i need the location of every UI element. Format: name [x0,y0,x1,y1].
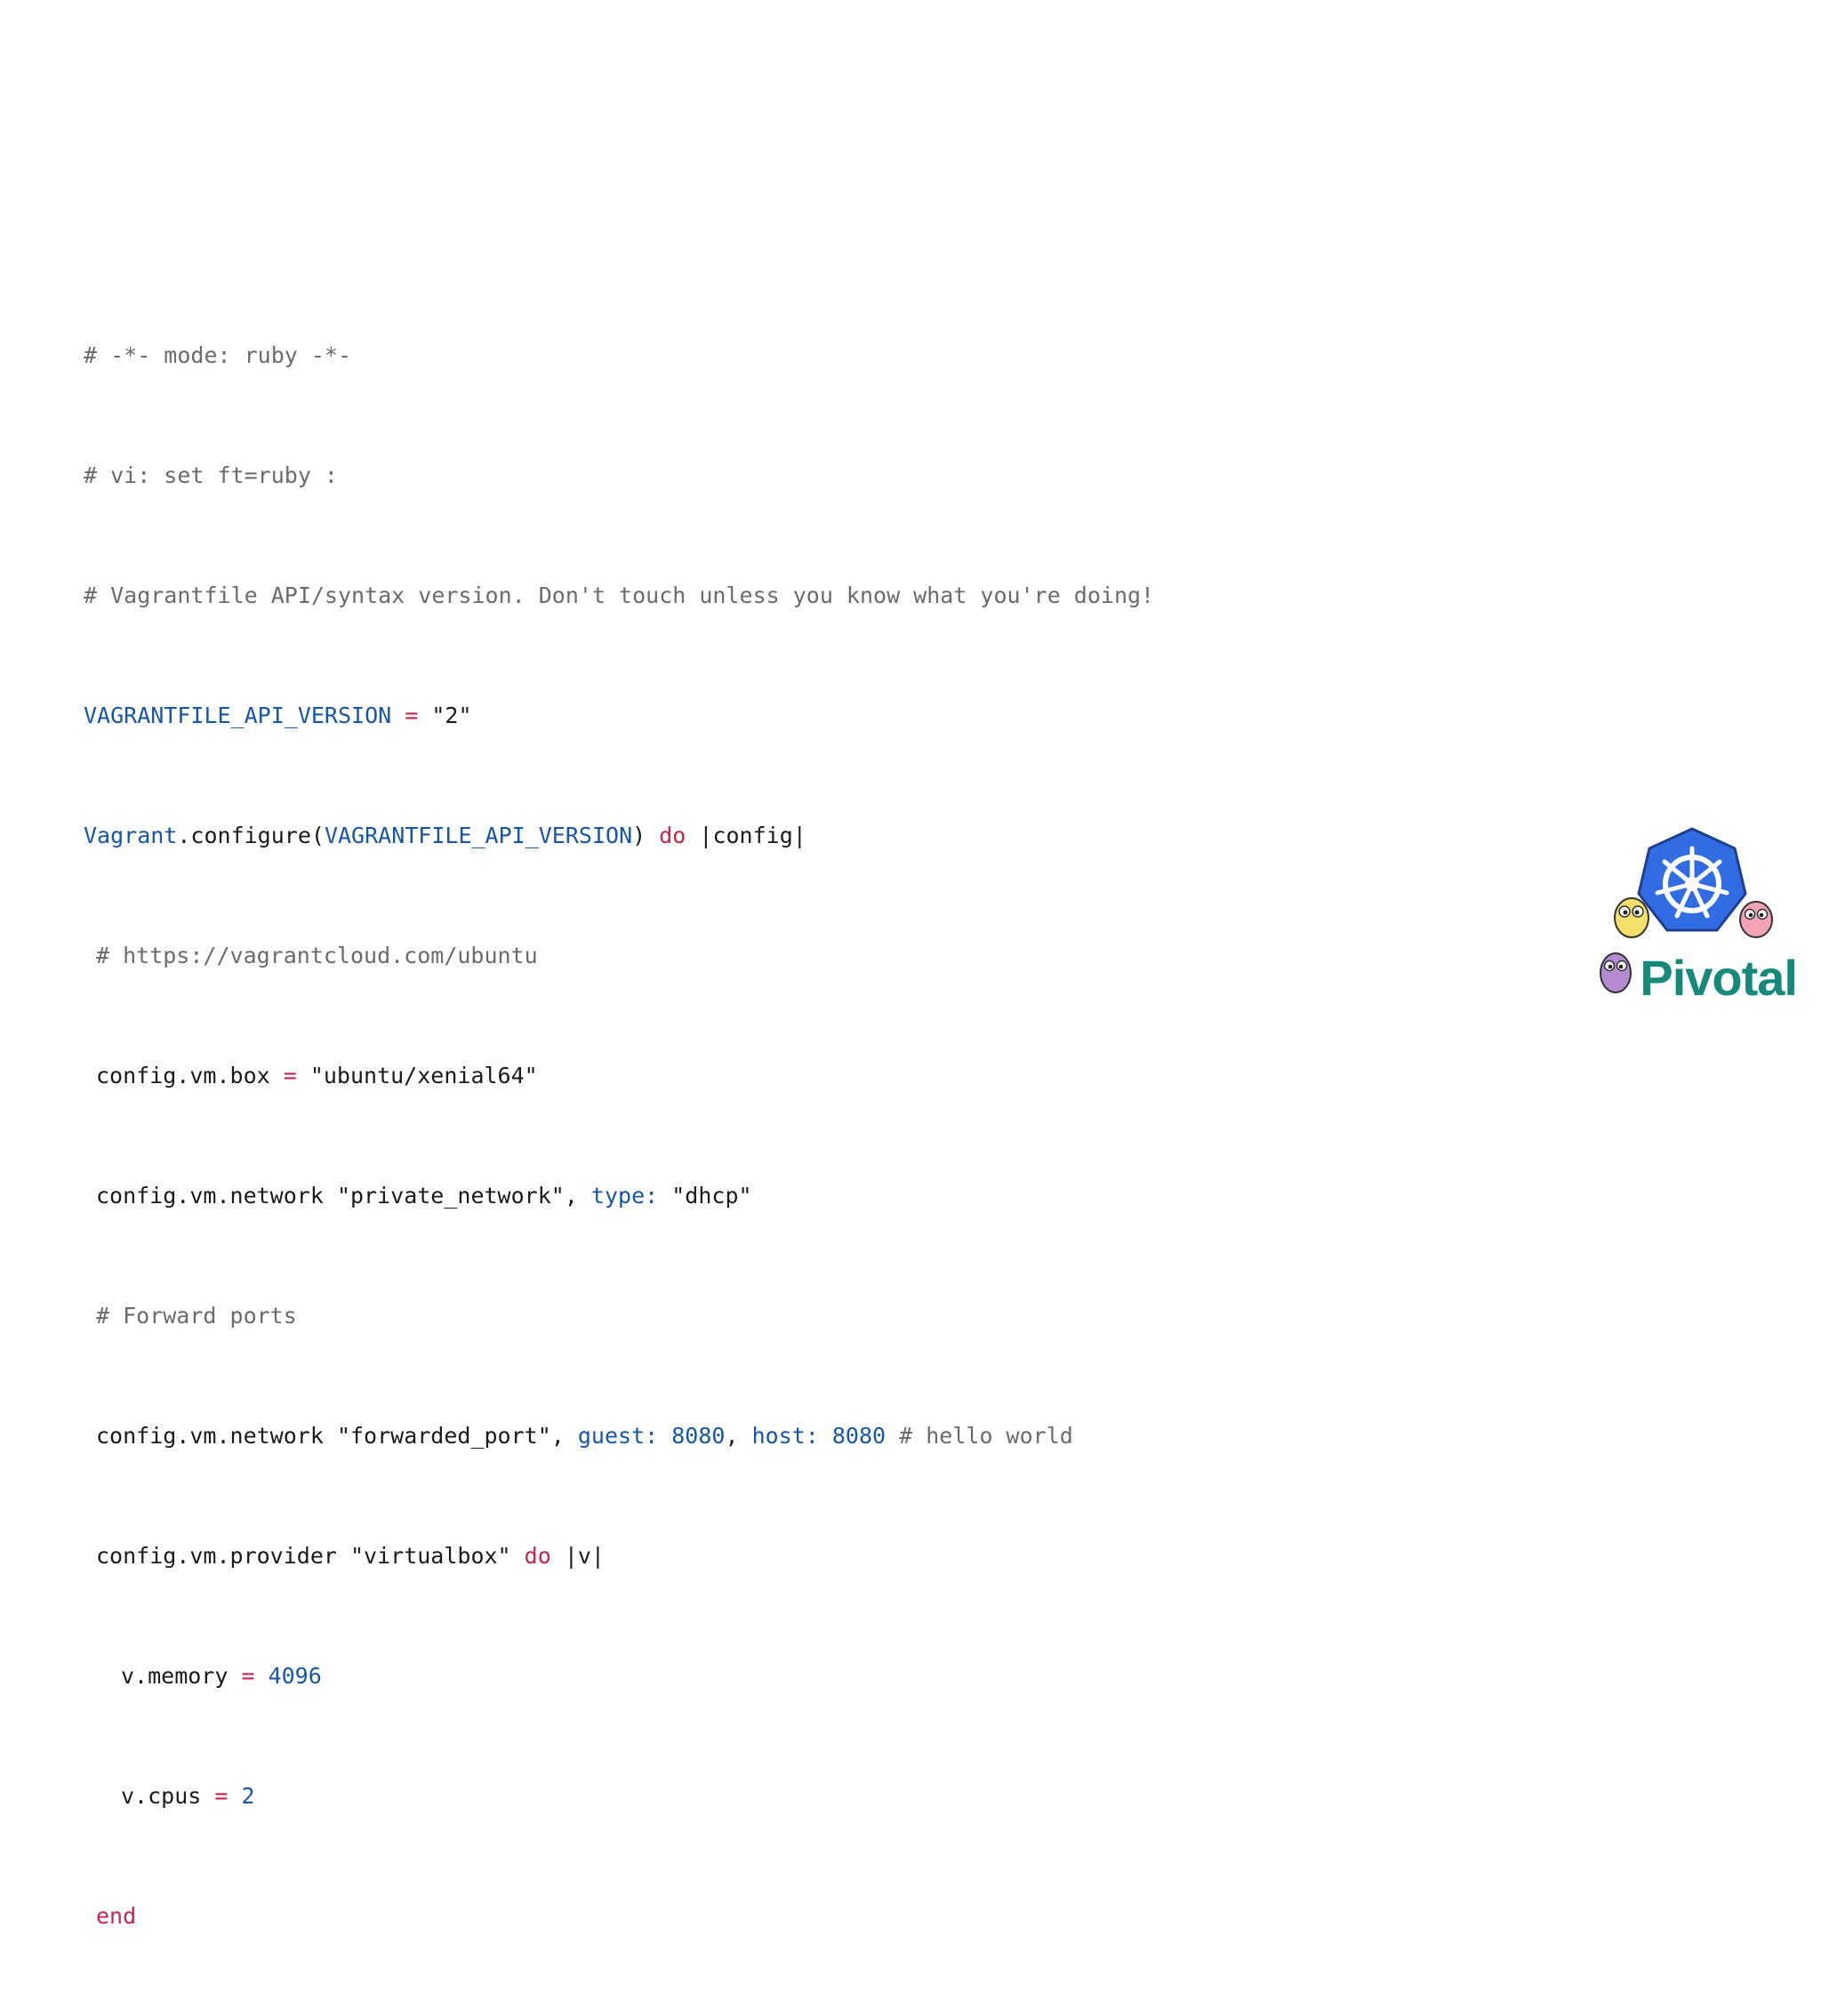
keyword-token: do [659,823,686,848]
comment-text: # https://vagrantcloud.com/ubuntu [96,943,538,968]
symbol-token: type: [590,1183,659,1209]
string-token: "dhcp" [671,1183,752,1209]
block-param-token: |v| [550,1543,605,1569]
code-line: config.vm.provider "virtualbox" do |v| [84,1536,1154,1576]
target-token: config.vm.network [96,1183,337,1209]
code-line: # Vagrantfile API/syntax version. Don't … [84,575,1154,615]
code-line: config.vm.network "forwarded_port", gues… [84,1416,1154,1456]
string-token: "virtualbox" [349,1543,511,1569]
symbol-token: guest: [577,1423,659,1449]
gopher-pink-icon [1739,901,1773,938]
pivotal-logo-text: Pivotal [1640,950,1798,1006]
operator-token: = [391,703,432,728]
object-token: Vagrant [84,823,178,848]
gopher-purple-icon [1600,952,1632,993]
separator-token: , [550,1423,578,1449]
slide: # -*- mode: ruby -*- # vi: set ft=ruby :… [0,0,1821,1929]
number-token: 2 [241,1783,255,1809]
block-param-token: |config| [686,823,806,848]
code-block: # -*- mode: ruby -*- # vi: set ft=ruby :… [84,255,1154,2016]
string-token: "private_network" [336,1183,565,1209]
target-token: config.vm.provider [96,1543,350,1569]
string-token: "forwarded_port" [336,1423,551,1449]
code-line: v.cpus = 2 [84,1776,1154,1816]
gopher-yellow-icon [1614,897,1649,938]
target-token: v.cpus [121,1783,202,1809]
number-token: 8080 [658,1423,726,1449]
target-token: v.memory [121,1663,229,1689]
keyword-token: end [96,1903,137,1929]
comment-text: # -*- mode: ruby -*- [84,342,352,368]
code-line: # -*- mode: ruby -*- [84,335,1154,375]
code-line: config.vm.box = "ubuntu/xenial64" [84,1056,1154,1096]
operator-token: = [201,1783,242,1809]
paren-token: ) [632,823,660,848]
code-line: # vi: set ft=ruby : [84,455,1154,495]
code-line: # Forward ports [84,1296,1154,1336]
target-token: config.vm.network [96,1423,337,1449]
number-token: 4096 [268,1663,322,1689]
string-token: "ubuntu/xenial64" [309,1063,538,1088]
operator-token: = [228,1663,269,1689]
keyword-token: do [524,1543,551,1569]
symbol-token: host: [751,1423,819,1449]
comment-text: # vi: set ft=ruby : [84,462,338,488]
code-line: # https://vagrantcloud.com/ubuntu [84,936,1154,976]
separator-token: , [725,1423,752,1449]
pivotal-kubernetes-logo: Pivotal [1585,820,1799,1007]
comment-text: # Forward ports [96,1303,297,1329]
separator-token: , [564,1183,591,1209]
code-line: Vagrant.configure(VAGRANTFILE_API_VERSIO… [84,815,1154,855]
code-line: config.vm.network "private_network", typ… [84,1176,1154,1216]
code-line: end [84,1896,1154,1936]
target-token: config.vm.box [96,1063,270,1088]
constant-token: VAGRANTFILE_API_VERSION [84,703,392,728]
string-token: "2" [431,703,472,728]
number-token: 8080 [818,1423,886,1449]
code-line: v.memory = 4096 [84,1656,1154,1696]
method-token: .configure( [177,823,325,848]
operator-token: = [269,1063,310,1088]
comment-text: # hello world [886,1423,1073,1449]
comment-text: # Vagrantfile API/syntax version. Don't … [84,582,1155,608]
constant-token: VAGRANTFILE_API_VERSION [324,823,633,848]
code-line: VAGRANTFILE_API_VERSION = "2" [84,695,1154,735]
